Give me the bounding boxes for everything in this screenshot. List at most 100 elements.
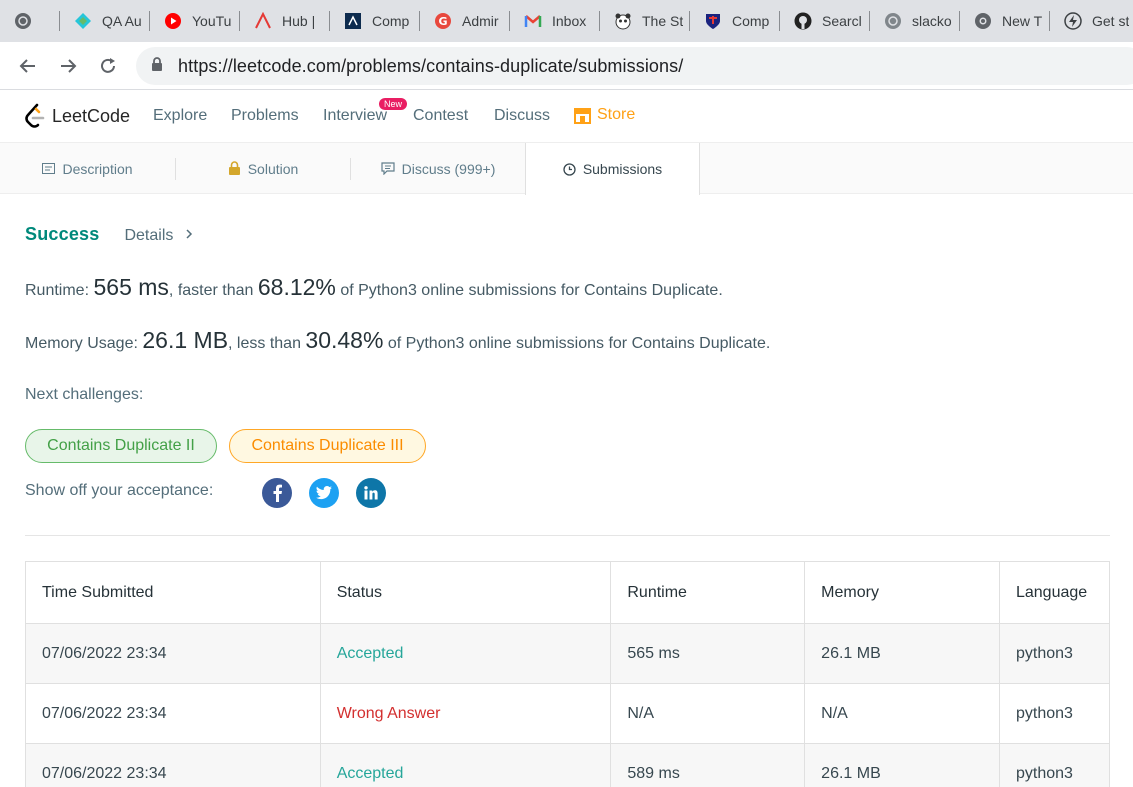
tab-discuss[interactable]: Discuss (999+) — [351, 143, 525, 194]
twitter-icon — [316, 486, 332, 500]
status-link[interactable]: Accepted — [319, 743, 612, 787]
g-logo-icon: G — [434, 12, 452, 30]
new-badge: New — [379, 98, 408, 110]
tab-label: New T — [1002, 13, 1043, 29]
tab-label: Searcl — [822, 13, 862, 29]
browser-tab[interactable]: Get st — [1050, 0, 1133, 42]
comment-icon — [381, 162, 395, 175]
facebook-icon — [273, 484, 282, 502]
tab-description[interactable]: Description — [0, 143, 175, 194]
divider — [25, 535, 1110, 536]
cell-memory: 26.1 MB — [804, 623, 1000, 684]
nav-discuss[interactable]: Discuss — [494, 107, 550, 125]
status-link[interactable]: Wrong Answer — [319, 683, 612, 744]
nav-problems[interactable]: Problems — [231, 107, 299, 125]
browser-tab[interactable]: G Admir — [420, 0, 510, 42]
address-bar[interactable]: https://leetcode.com/problems/contains-d… — [136, 47, 1133, 85]
header-runtime[interactable]: Runtime — [610, 561, 806, 624]
runtime-stat: Runtime: 565 ms, faster than 68.12% of P… — [25, 274, 723, 301]
challenge-chip-contains-duplicate-iii[interactable]: Contains Duplicate III — [229, 429, 426, 463]
tab-solution[interactable]: Solution — [176, 143, 350, 194]
facebook-share-button[interactable] — [262, 478, 292, 508]
header-memory[interactable]: Memory — [804, 561, 1000, 624]
browser-tab[interactable]: YouTu — [150, 0, 240, 42]
cell-language: python3 — [998, 623, 1111, 684]
browser-tab[interactable]: Comp — [690, 0, 780, 42]
svg-text:G: G — [438, 15, 447, 28]
linkedin-share-button[interactable] — [356, 478, 386, 508]
description-icon — [42, 163, 56, 174]
browser-tab[interactable]: slacko — [870, 0, 960, 42]
cell-runtime: N/A — [610, 683, 806, 744]
runtime-value: 565 ms — [93, 274, 169, 300]
brand-name: LeetCode — [52, 105, 131, 126]
globe-icon — [14, 12, 32, 30]
header-status[interactable]: Status — [319, 561, 612, 624]
browser-tab[interactable]: Hub | — [240, 0, 330, 42]
details-link[interactable]: Details — [124, 227, 193, 245]
browser-tab-strip: QA Au YouTu Hub | Comp G Admir Inbox The… — [0, 0, 1133, 42]
bolt-icon — [1064, 12, 1082, 30]
table-row: 07/06/2022 23:34 Wrong Answer N/A N/A py… — [25, 683, 1111, 744]
back-arrow-icon[interactable] — [16, 54, 40, 78]
next-challenges-label: Next challenges: — [25, 386, 144, 403]
tab-submissions[interactable]: Submissions — [525, 143, 700, 195]
nav-interview[interactable]: Interview — [323, 107, 387, 125]
twitter-share-button[interactable] — [309, 478, 339, 508]
cell-language: python3 — [998, 743, 1111, 787]
leetcode-logo[interactable]: LeetCode — [24, 103, 130, 129]
tab-label: Comp — [732, 13, 770, 29]
shield-crest-icon — [704, 12, 722, 30]
qa-diamond-icon — [74, 12, 92, 30]
status-link[interactable]: Accepted — [319, 623, 612, 684]
tab-label: Admir — [462, 13, 499, 29]
nav-explore[interactable]: Explore — [153, 107, 207, 125]
success-status: Success — [25, 224, 100, 244]
header-language[interactable]: Language — [998, 561, 1111, 624]
memory-value: 26.1 MB — [142, 327, 229, 353]
tab-label: Description — [62, 160, 133, 177]
tab-label: slacko — [912, 13, 952, 29]
lock-icon — [228, 161, 240, 175]
cell-runtime: 589 ms — [610, 743, 806, 787]
tab-label: Discuss (999+) — [401, 160, 496, 177]
panda-icon — [614, 12, 632, 30]
nav-store[interactable]: Store — [573, 106, 635, 124]
globe-icon — [884, 12, 902, 30]
submissions-table: Time Submitted Status Runtime Memory Lan… — [25, 561, 1111, 787]
browser-tab[interactable] — [0, 0, 60, 42]
tab-label: YouTu — [192, 13, 232, 29]
runtime-label: Runtime: — [25, 282, 90, 299]
memory-tail: of Python3 online submissions for Contai… — [387, 335, 771, 352]
browser-tab[interactable]: The St — [600, 0, 690, 42]
memory-stat: Memory Usage: 26.1 MB, less than 30.48% … — [25, 327, 770, 354]
memory-mid: , less than — [228, 335, 301, 352]
forward-arrow-icon[interactable] — [56, 54, 80, 78]
challenge-chip-contains-duplicate-ii[interactable]: Contains Duplicate II — [25, 429, 217, 463]
chevron-right-icon — [186, 229, 192, 239]
cell-memory: N/A — [804, 683, 1000, 744]
memory-percentile: 30.48% — [305, 327, 384, 353]
browser-tab[interactable]: New T — [960, 0, 1050, 42]
browser-tab[interactable]: Comp — [330, 0, 420, 42]
hub-logo-icon — [254, 12, 272, 30]
runtime-mid: , faster than — [168, 282, 254, 299]
tab-label: The St — [642, 13, 684, 29]
gmail-icon — [524, 12, 542, 30]
cell-language: python3 — [998, 683, 1111, 744]
store-label: Store — [597, 106, 636, 123]
clock-icon — [563, 162, 576, 176]
nav-contest[interactable]: Contest — [413, 107, 468, 125]
table-header-row: Time Submitted Status Runtime Memory Lan… — [25, 561, 1111, 624]
tab-label: Get st — [1092, 13, 1130, 29]
cell-time: 07/06/2022 23:34 — [25, 743, 321, 787]
reload-icon[interactable] — [96, 54, 120, 78]
share-label: Show off your acceptance: — [25, 482, 214, 499]
browser-tab[interactable]: Searcl — [780, 0, 870, 42]
header-time-submitted[interactable]: Time Submitted — [25, 561, 321, 624]
github-icon — [794, 12, 812, 30]
youtube-icon — [164, 12, 182, 30]
browser-tab[interactable]: QA Au — [60, 0, 150, 42]
url-text: https://leetcode.com/problems/contains-d… — [178, 55, 684, 76]
browser-tab[interactable]: Inbox — [510, 0, 600, 42]
